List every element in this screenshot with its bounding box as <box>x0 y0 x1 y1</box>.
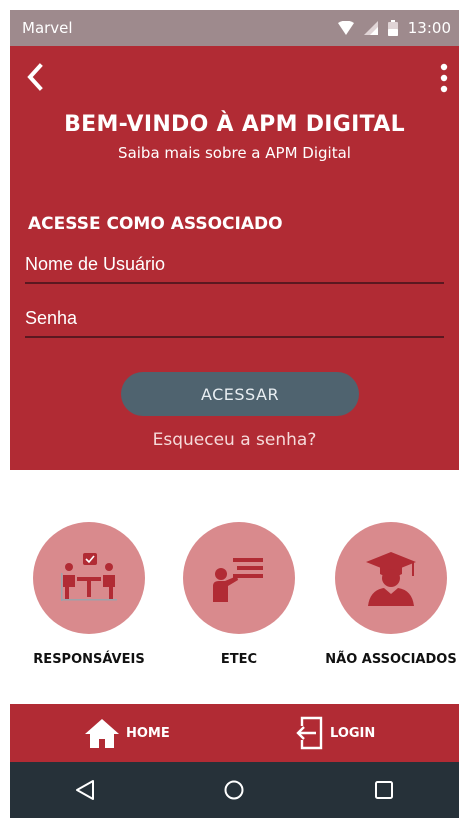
category-label: NÃO ASSOCIADOS <box>325 652 457 667</box>
password-field <box>25 304 444 338</box>
clock: 13:00 <box>407 19 451 37</box>
acessar-button[interactable]: ACESSAR <box>121 372 359 416</box>
back-arrow-icon[interactable] <box>24 62 48 92</box>
recents-square-icon <box>375 781 394 799</box>
category-circle[interactable] <box>33 522 145 634</box>
category-label: ETEC <box>220 652 258 667</box>
back-triangle-icon <box>75 780 94 800</box>
category-circle[interactable] <box>335 522 447 634</box>
nav-home[interactable]: HOME <box>84 704 170 762</box>
system-recents-button[interactable] <box>364 770 404 810</box>
login-section-label: ACESSE COMO ASSOCIADO <box>28 214 283 234</box>
meeting-icon <box>61 553 117 601</box>
status-icons: 13:00 <box>337 19 451 37</box>
more-vert-icon[interactable] <box>437 62 451 96</box>
username-field <box>25 250 444 284</box>
home-circle-icon <box>224 780 244 800</box>
password-input[interactable] <box>25 308 444 329</box>
category-label: RESPONSÁVEIS <box>33 652 145 667</box>
wifi-icon <box>337 21 354 35</box>
carrier-label: Marvel <box>22 19 73 37</box>
nav-login[interactable]: LOGIN <box>294 704 375 762</box>
signal-icon <box>363 21 378 35</box>
forgot-password-link[interactable]: Esqueceu a senha? <box>10 430 459 450</box>
username-input[interactable] <box>25 254 444 275</box>
system-home-button[interactable] <box>214 770 254 810</box>
system-back-button[interactable] <box>65 770 105 810</box>
page-title: BEM-VINDO À APM DIGITAL <box>64 112 405 137</box>
category-nao-associados[interactable]: NÃO ASSOCIADOS <box>316 522 459 667</box>
status-bar: Marvel 13:00 <box>10 10 459 46</box>
battery-icon <box>387 20 398 36</box>
graduate-icon <box>366 552 416 606</box>
system-nav-bar <box>10 762 459 818</box>
bottom-nav: HOME LOGIN <box>10 704 459 762</box>
category-responsaveis[interactable]: RESPONSÁVEIS <box>14 522 164 667</box>
nav-login-label: LOGIN <box>330 725 376 741</box>
home-icon <box>85 719 119 748</box>
login-icon <box>296 716 323 750</box>
teacher-board-icon <box>213 558 263 602</box>
category-circle[interactable] <box>183 522 295 634</box>
category-etec[interactable]: ETEC <box>164 522 314 667</box>
login-panel: BEM-VINDO À APM DIGITAL Saiba mais sobre… <box>10 46 459 470</box>
nav-home-label: HOME <box>126 725 170 741</box>
page-subtitle: Saiba mais sobre a APM Digital <box>118 144 351 162</box>
